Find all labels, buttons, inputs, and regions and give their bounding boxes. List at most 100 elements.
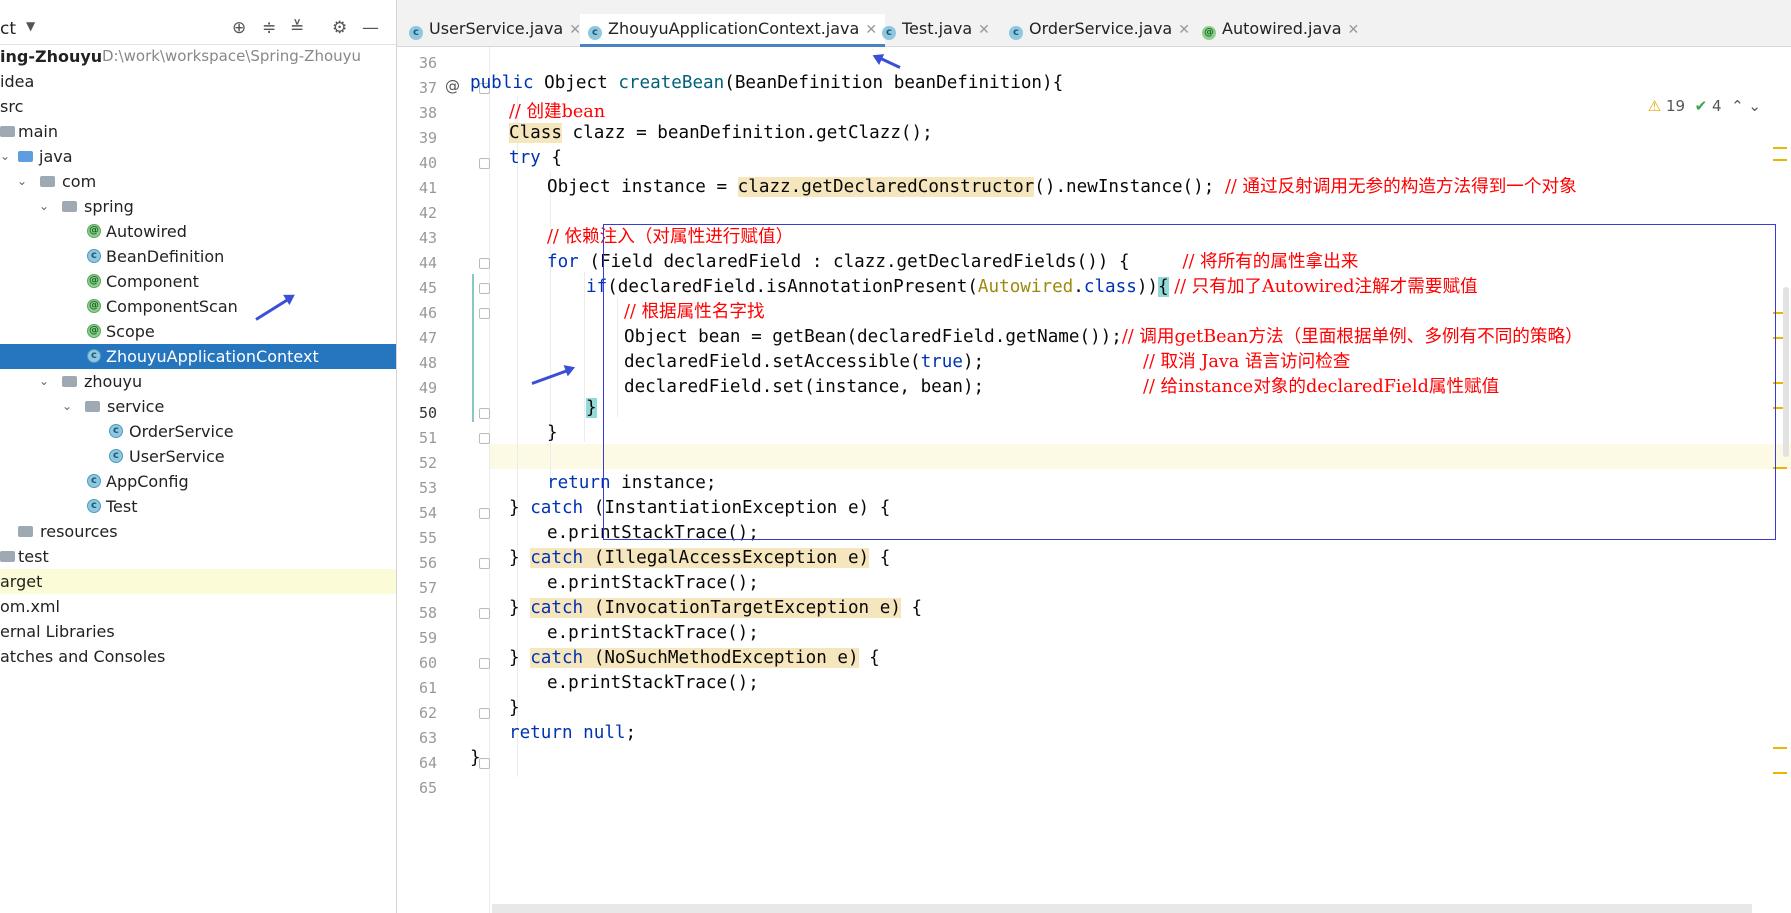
code-line-64: } bbox=[470, 748, 481, 768]
locate-icon[interactable]: ⊕ bbox=[232, 18, 246, 38]
code-line-56: } catch (IllegalAccessException e) { bbox=[509, 548, 891, 568]
tree-item[interactable]: ⌄ service bbox=[0, 394, 396, 419]
tree-item[interactable]: ⌄ zhouyu bbox=[0, 369, 396, 394]
tree-item[interactable]: resources bbox=[0, 519, 396, 544]
chevron-up-icon[interactable]: ⌃ bbox=[1731, 97, 1744, 115]
inspections-widget[interactable]: ⚠ 19 ✔ 4 ⌃ ⌄ bbox=[1648, 97, 1761, 115]
class-icon: c bbox=[87, 474, 101, 488]
close-icon[interactable]: ✕ bbox=[978, 22, 990, 38]
fold-marker-icon[interactable] bbox=[479, 408, 490, 419]
editor-gutter: 36 37 38 39 40 41 42 43 44 45 46 47 48 4… bbox=[397, 47, 490, 913]
check-icon: ✔ bbox=[1694, 97, 1708, 115]
stripe-mark[interactable] bbox=[1773, 159, 1787, 161]
tree-item[interactable]: ernal Libraries bbox=[0, 619, 396, 644]
tree-item[interactable]: atches and Consoles bbox=[0, 644, 396, 669]
line-number: 49 bbox=[418, 379, 437, 397]
close-icon[interactable]: ✕ bbox=[865, 22, 877, 38]
tree-item[interactable]: @ ComponentScan bbox=[0, 294, 396, 319]
tree-item[interactable]: arget bbox=[0, 569, 396, 594]
chevron-down-icon[interactable]: ⌄ bbox=[39, 194, 49, 219]
fold-marker-icon[interactable] bbox=[479, 658, 490, 669]
class-icon: c bbox=[882, 26, 896, 40]
tab-orderservice[interactable]: c OrderService.java ✕ bbox=[1009, 14, 1190, 46]
fold-marker-icon[interactable] bbox=[479, 308, 490, 319]
fold-marker-icon[interactable] bbox=[479, 158, 490, 169]
close-icon[interactable]: ✕ bbox=[1348, 22, 1360, 38]
code-line-59: e.printStackTrace(); bbox=[547, 623, 759, 643]
line-number: 48 bbox=[418, 354, 437, 372]
fold-marker-icon[interactable] bbox=[479, 283, 490, 294]
expand-all-icon[interactable]: ≑ bbox=[262, 18, 276, 38]
root-name: ing-Zhouyu bbox=[0, 47, 103, 66]
code-line-41: Object instance = clazz.getDeclaredConst… bbox=[547, 177, 1577, 197]
tree-item[interactable]: @ Scope bbox=[0, 319, 396, 344]
stripe-mark[interactable] bbox=[1773, 772, 1787, 774]
tree-item[interactable]: c OrderService bbox=[0, 419, 396, 444]
chevron-down-icon[interactable]: ⌄ bbox=[1748, 97, 1761, 115]
tree-item-selected[interactable]: c ZhouyuApplicationContext bbox=[0, 344, 396, 369]
fold-marker-icon[interactable] bbox=[479, 258, 490, 269]
line-number: 46 bbox=[418, 304, 437, 322]
tree-item[interactable]: main bbox=[0, 119, 396, 144]
code-line-57: e.printStackTrace(); bbox=[547, 573, 759, 593]
minimize-icon[interactable]: — bbox=[362, 18, 379, 38]
close-icon[interactable]: ✕ bbox=[1178, 22, 1190, 38]
code-line-37: public Object createBean(BeanDefinition … bbox=[470, 73, 1064, 93]
line-number: 59 bbox=[418, 629, 437, 647]
class-icon: c bbox=[409, 26, 423, 40]
chevron-down-icon[interactable]: ⌄ bbox=[17, 169, 27, 194]
fold-marker-icon[interactable] bbox=[479, 558, 490, 569]
line-number: 62 bbox=[418, 704, 437, 722]
fold-marker-icon[interactable] bbox=[479, 708, 490, 719]
fold-marker-icon[interactable] bbox=[479, 758, 490, 769]
line-number: 55 bbox=[418, 529, 437, 547]
tree-item[interactable]: c Test bbox=[0, 494, 396, 519]
tree-item[interactable]: @ Component bbox=[0, 269, 396, 294]
line-number: 58 bbox=[418, 604, 437, 622]
tab-test[interactable]: c Test.java ✕ bbox=[882, 14, 990, 46]
tab-userservice[interactable]: c UserService.java ✕ bbox=[409, 14, 581, 46]
project-tool-window: ct ▼ ⊕ ≑ ≚ ⚙ — ing-Zhouyu D:\work\workspa… bbox=[0, 0, 397, 913]
tree-item[interactable]: test bbox=[0, 544, 396, 569]
code-line-58: } catch (InvocationTargetException e) { bbox=[509, 598, 923, 618]
line-number: 53 bbox=[418, 479, 437, 497]
horizontal-scrollbar[interactable] bbox=[492, 904, 1752, 913]
fold-marker-icon[interactable] bbox=[479, 608, 490, 619]
stripe-mark[interactable] bbox=[1773, 747, 1787, 749]
tree-root[interactable]: ing-Zhouyu D:\work\workspace\Spring-Zhouy… bbox=[0, 44, 396, 69]
tree-item[interactable]: ⌄ java bbox=[0, 144, 396, 169]
tree-item[interactable]: @ Autowired bbox=[0, 219, 396, 244]
vertical-scrollbar[interactable] bbox=[1783, 287, 1789, 457]
view-dropdown-icon[interactable]: ▼ bbox=[26, 19, 35, 33]
package-icon bbox=[85, 401, 100, 412]
line-number: 57 bbox=[418, 579, 437, 597]
chevron-down-icon[interactable]: ⌄ bbox=[62, 394, 72, 419]
fold-marker-icon[interactable] bbox=[479, 433, 490, 444]
collapse-all-icon[interactable]: ≚ bbox=[290, 18, 304, 38]
source-folder-icon bbox=[18, 151, 33, 162]
line-number: 64 bbox=[418, 754, 437, 772]
tree-item[interactable]: ⌄ com bbox=[0, 169, 396, 194]
class-icon: c bbox=[87, 349, 101, 363]
tree-item[interactable]: idea bbox=[0, 69, 396, 94]
project-view-title[interactable]: ct bbox=[0, 19, 16, 39]
folder-icon bbox=[0, 126, 15, 137]
class-icon: c bbox=[588, 26, 602, 40]
class-icon: c bbox=[1009, 26, 1023, 40]
tab-autowired[interactable]: @ Autowired.java ✕ bbox=[1202, 14, 1359, 46]
chevron-down-icon[interactable]: ⌄ bbox=[39, 369, 49, 394]
fold-marker-icon[interactable] bbox=[479, 508, 490, 519]
annotation-icon: @ bbox=[1202, 26, 1216, 40]
tab-zhouyuapplicationcontext[interactable]: c ZhouyuApplicationContext.java ✕ bbox=[580, 14, 886, 47]
tree-item[interactable]: c UserService bbox=[0, 444, 396, 469]
tree-item[interactable]: c AppConfig bbox=[0, 469, 396, 494]
code-line-39: Class clazz = beanDefinition.getClazz(); bbox=[509, 123, 933, 143]
tree-item[interactable]: c BeanDefinition bbox=[0, 244, 396, 269]
tree-item[interactable]: src bbox=[0, 94, 396, 119]
settings-icon[interactable]: ⚙ bbox=[332, 18, 347, 38]
stripe-mark[interactable] bbox=[1773, 147, 1787, 149]
tree-item[interactable]: ⌄ spring bbox=[0, 194, 396, 219]
tree-item[interactable]: om.xml bbox=[0, 594, 396, 619]
chevron-down-icon[interactable]: ⌄ bbox=[0, 144, 10, 169]
override-marker-icon[interactable]: @ bbox=[445, 77, 460, 95]
